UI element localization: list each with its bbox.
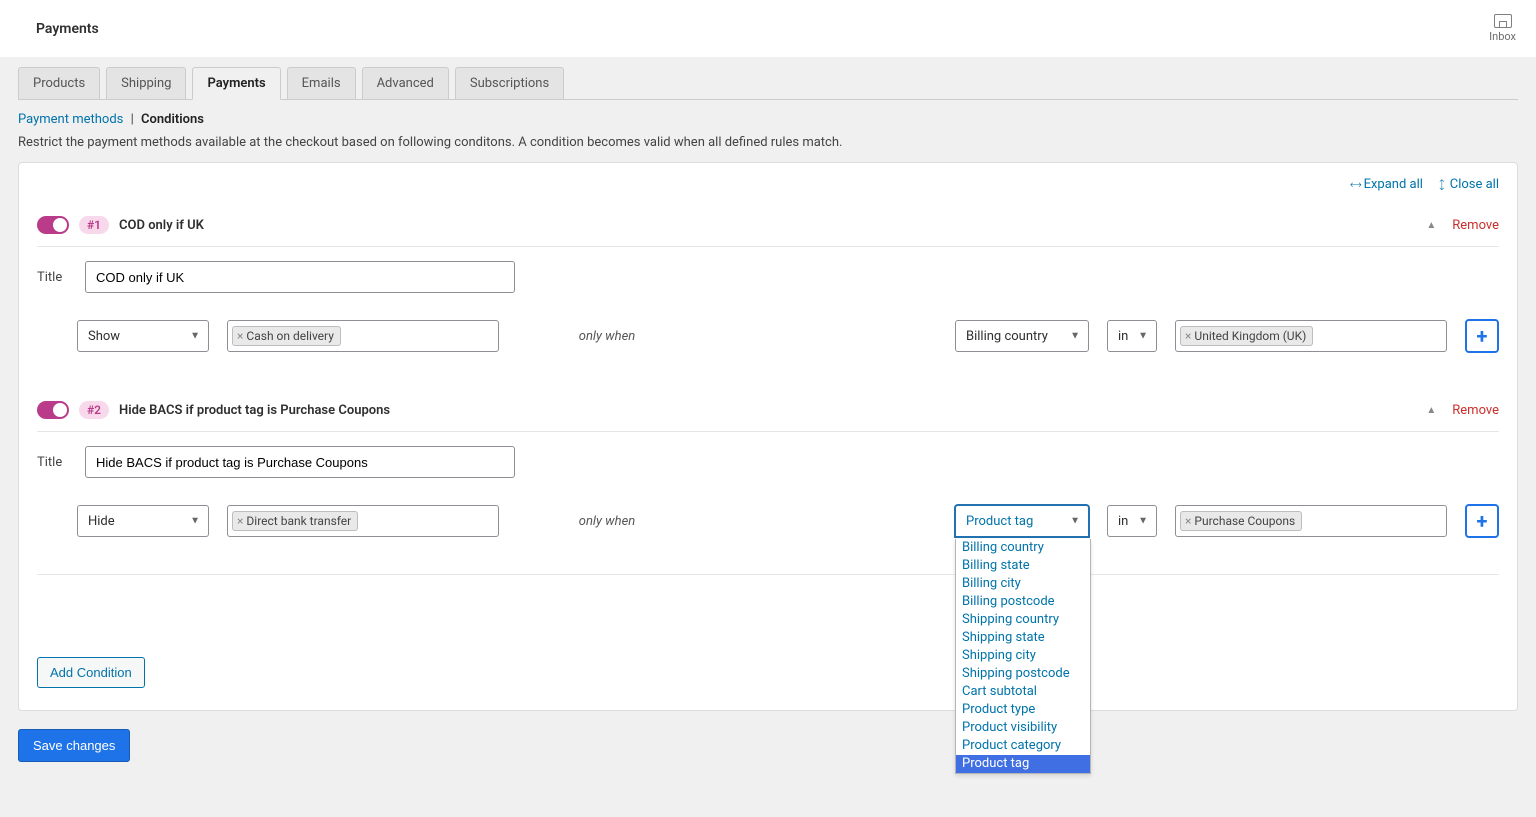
save-button[interactable]: Save changes (18, 729, 130, 762)
chevron-down-icon: ▼ (1138, 331, 1148, 342)
rule-operator-select[interactable]: in▼ (1107, 320, 1157, 352)
inbox-icon (1494, 14, 1512, 28)
rule-field-option[interactable]: Billing postcode (956, 593, 1090, 611)
token-remove-icon[interactable]: × (1185, 514, 1191, 528)
only-when-label: only when (575, 329, 639, 344)
token-remove-icon[interactable]: × (237, 514, 243, 528)
page-description: Restrict the payment methods available a… (18, 135, 1518, 150)
remove-button[interactable]: Remove (1452, 218, 1499, 233)
subnav-payment-methods[interactable]: Payment methods (18, 112, 123, 127)
remove-button[interactable]: Remove (1452, 403, 1499, 418)
rule-field-dropdown[interactable]: Billing countryBilling stateBilling city… (955, 539, 1091, 774)
conditions-panel: ⤢Expand all ⤡Close all #1 COD only if UK… (18, 162, 1518, 711)
rule-field-option[interactable]: Product type (956, 701, 1090, 719)
rule-field-option[interactable]: Billing country (956, 539, 1090, 557)
rule-value-tokens[interactable]: ×United Kingdom (UK) (1175, 320, 1447, 352)
add-rule-button[interactable]: + (1465, 504, 1499, 538)
rule-field-select[interactable]: Billing country▼ (955, 320, 1089, 352)
chevron-down-icon: ▼ (1070, 331, 1080, 342)
chevron-down-icon: ▼ (190, 516, 200, 527)
condition-block: #1 COD only if UK ▲ Remove Title Show▼ ×… (37, 198, 1499, 359)
collapse-icon: ⤡ (1433, 176, 1449, 192)
subnav-separator: | (131, 112, 134, 127)
rule-value-tokens[interactable]: ×Purchase Coupons (1175, 505, 1447, 537)
title-label: Title (37, 455, 69, 470)
condition-toggle[interactable] (37, 401, 69, 419)
inbox-button[interactable]: Inbox (1489, 14, 1516, 43)
rule-field-option[interactable]: Shipping postcode (956, 665, 1090, 683)
token-remove-icon[interactable]: × (1185, 329, 1191, 343)
tab-subscriptions[interactable]: Subscriptions (455, 67, 564, 99)
rule-field-option[interactable]: Shipping city (956, 647, 1090, 665)
token[interactable]: ×Purchase Coupons (1180, 511, 1302, 531)
close-all-link[interactable]: ⤡Close all (1437, 177, 1499, 192)
condition-heading: Hide BACS if product tag is Purchase Cou… (119, 403, 390, 418)
token[interactable]: ×United Kingdom (UK) (1180, 326, 1313, 346)
action-select[interactable]: Show▼ (77, 320, 209, 352)
only-when-label: only when (575, 514, 639, 529)
token[interactable]: ×Direct bank transfer (232, 511, 358, 531)
condition-badge: #1 (79, 216, 109, 234)
expand-icon: ⤢ (1347, 176, 1363, 192)
subnav: Payment methods | Conditions (18, 112, 1518, 127)
divider (37, 574, 1499, 575)
chevron-down-icon: ▼ (190, 331, 200, 342)
tab-advanced[interactable]: Advanced (362, 67, 449, 99)
condition-header[interactable]: #1 COD only if UK ▲ Remove (37, 216, 1499, 247)
title-input[interactable] (85, 446, 515, 478)
tab-shipping[interactable]: Shipping (106, 67, 186, 99)
payment-method-tokens[interactable]: ×Cash on delivery (227, 320, 499, 352)
title-label: Title (37, 270, 69, 285)
token-remove-icon[interactable]: × (237, 329, 243, 343)
rule-row: Hide▼ ×Direct bank transfer only when Pr… (77, 504, 1499, 538)
rule-field-select[interactable]: Product tag▼ Billing countryBilling stat… (955, 505, 1089, 537)
rule-field-option[interactable]: Product visibility (956, 719, 1090, 737)
rule-row: Show▼ ×Cash on delivery only when Billin… (77, 319, 1499, 353)
subnav-conditions[interactable]: Conditions (141, 112, 204, 127)
add-rule-button[interactable]: + (1465, 319, 1499, 353)
tab-emails[interactable]: Emails (287, 67, 356, 99)
rule-operator-select[interactable]: in▼ (1107, 505, 1157, 537)
chevron-down-icon: ▼ (1070, 516, 1080, 527)
token[interactable]: ×Cash on delivery (232, 326, 341, 346)
page-title: Payments (36, 21, 99, 37)
tab-products[interactable]: Products (18, 67, 100, 99)
rule-field-option[interactable]: Cart subtotal (956, 683, 1090, 701)
expand-all-link[interactable]: ⤢Expand all (1351, 177, 1423, 192)
rule-field-option[interactable]: Billing state (956, 557, 1090, 575)
chevron-down-icon: ▼ (1138, 516, 1148, 527)
title-input[interactable] (85, 261, 515, 293)
chevron-up-icon[interactable]: ▲ (1426, 220, 1436, 231)
action-select[interactable]: Hide▼ (77, 505, 209, 537)
inbox-label: Inbox (1489, 30, 1516, 43)
condition-toggle[interactable] (37, 216, 69, 234)
add-condition-button[interactable]: Add Condition (37, 657, 145, 688)
condition-badge: #2 (79, 401, 109, 419)
condition-block: #2 Hide BACS if product tag is Purchase … (37, 383, 1499, 544)
rule-field-option[interactable]: Billing city (956, 575, 1090, 593)
condition-heading: COD only if UK (119, 218, 204, 233)
tab-payments[interactable]: Payments (192, 67, 280, 100)
rule-field-option[interactable]: Shipping country (956, 611, 1090, 629)
payment-method-tokens[interactable]: ×Direct bank transfer (227, 505, 499, 537)
rule-field-option[interactable]: Shipping state (956, 629, 1090, 647)
condition-header[interactable]: #2 Hide BACS if product tag is Purchase … (37, 401, 1499, 432)
tabs-nav: Products Shipping Payments Emails Advanc… (18, 67, 1518, 100)
chevron-up-icon[interactable]: ▲ (1426, 405, 1436, 416)
rule-field-option[interactable]: Product tag (956, 755, 1090, 773)
rule-field-option[interactable]: Product category (956, 737, 1090, 755)
